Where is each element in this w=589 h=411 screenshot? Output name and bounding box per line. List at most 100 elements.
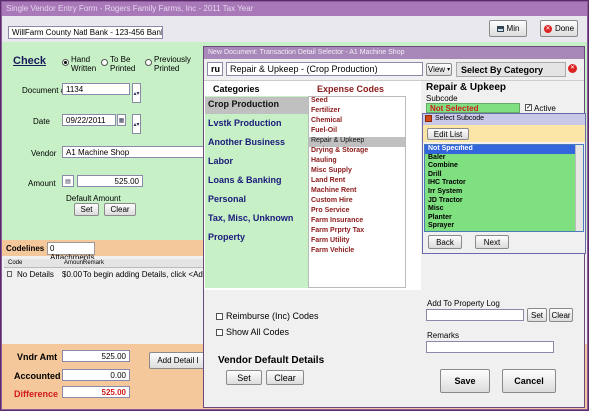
expense-code-item[interactable]: Seed — [309, 97, 405, 107]
show-all-codes-label: Show All Codes — [226, 327, 290, 337]
expense-code-item[interactable]: Chemical — [309, 117, 405, 127]
chevron-down-icon: ▾ — [447, 67, 451, 73]
amount-input[interactable]: 525.00 — [77, 175, 143, 187]
subcode-item[interactable]: JD Tractor — [425, 197, 583, 206]
subcode-item[interactable]: Planter — [425, 214, 583, 223]
expense-code-item[interactable]: Drying & Storage — [309, 147, 405, 157]
min-button[interactable]: Min — [489, 20, 527, 37]
subcode-scrollbar[interactable] — [575, 145, 583, 231]
reimburse-checkbox[interactable] — [216, 313, 223, 320]
dialog-close-icon[interactable]: ✕ — [568, 64, 577, 73]
expense-code-item[interactable]: Pro Service — [309, 207, 405, 217]
edit-list-button[interactable]: Edit List — [427, 128, 469, 140]
radio-previously-printed[interactable] — [145, 59, 152, 66]
show-all-codes-checkbox[interactable] — [216, 329, 223, 336]
category-item[interactable]: Labor — [205, 153, 308, 172]
bank-field[interactable]: WillFarm County Natl Bank - 123-456 Bank — [8, 26, 163, 39]
tab-codelines[interactable]: Codelines — [6, 244, 44, 253]
accounted-label: Accounted — [14, 371, 61, 381]
dialog-title: New Document: Transaction Detail Selecto… — [208, 49, 405, 56]
outer-title: Single Vendor Entry Form - Rogers Family… — [6, 4, 254, 13]
calculator-icon: ▤ — [65, 178, 71, 185]
expense-code-item[interactable]: Hauling — [309, 157, 405, 167]
detail-heading: Repair & Upkeep — [426, 82, 507, 93]
date-stepper[interactable]: ▴▾ — [132, 114, 141, 134]
tab-attachments[interactable]: 0 Attachments — [47, 242, 95, 262]
expense-code-item[interactable]: Farm Utility — [309, 237, 405, 247]
remarks-input[interactable] — [426, 341, 554, 353]
expense-code-item[interactable]: Fertilizer — [309, 107, 405, 117]
vendor-default-heading: Vendor Default Details — [218, 355, 325, 366]
radio-hand-written[interactable] — [62, 59, 69, 66]
select-by-category[interactable]: Select By Category — [456, 62, 566, 77]
col-amount: Amount — [64, 260, 85, 266]
subcode-item[interactable]: Sprayer — [425, 222, 583, 231]
subcode-item[interactable]: Baler — [425, 154, 583, 163]
vendor-default-set-button[interactable]: Set — [226, 370, 262, 385]
category-item[interactable]: Loans & Banking — [205, 172, 308, 191]
expense-code-item[interactable]: Machine Rent — [309, 187, 405, 197]
vendor-default-clear-button[interactable]: Clear — [266, 370, 304, 385]
add-property-label: Add To Property Log — [427, 299, 500, 308]
difference-label: Difference — [14, 389, 59, 399]
radio-to-be-printed[interactable] — [101, 59, 108, 66]
radio-previously-printed-label: Previously Printed — [154, 55, 191, 73]
add-property-input[interactable] — [426, 309, 524, 321]
expense-code-item[interactable]: Farm Vehicle — [309, 247, 405, 257]
expense-code-item[interactable]: Land Rent — [309, 177, 405, 187]
expense-code-item[interactable]: Custom Hire — [309, 197, 405, 207]
document-input[interactable]: 1134 — [62, 83, 130, 95]
category-item[interactable]: Tax, Misc, Unknown — [205, 210, 308, 229]
calculator-button[interactable]: ▤ — [62, 175, 74, 187]
date-input[interactable]: 09/22/2011 — [62, 114, 116, 126]
remarks-label: Remarks — [427, 331, 460, 340]
back-button[interactable]: Back — [428, 235, 462, 249]
close-icon: ✕ — [543, 24, 552, 33]
done-button[interactable]: ✕ Done — [540, 20, 578, 37]
subcode-item[interactable]: Irr System — [425, 188, 583, 197]
row-remark: To begin adding Details, click <Add De — [83, 270, 209, 279]
subcode-item[interactable]: Combine — [425, 162, 583, 171]
default-amount-set-button[interactable]: Set — [74, 203, 99, 216]
check-heading: Check — [13, 55, 47, 67]
default-amount-clear-button[interactable]: Clear — [104, 203, 136, 216]
vndr-amt-value: 525.00 — [62, 350, 130, 362]
expense-code-item-selected[interactable]: Repair & Upkeep — [309, 137, 405, 147]
default-amount-label: Default Amount — [66, 194, 121, 203]
next-button[interactable]: Next — [475, 235, 509, 249]
add-property-clear-button[interactable]: Clear — [549, 308, 573, 322]
subcode-item[interactable]: IHC Tractor — [425, 179, 583, 188]
add-property-set-button[interactable]: Set — [527, 308, 547, 322]
expense-code-item[interactable]: Farm Prprty Tax — [309, 227, 405, 237]
category-item[interactable]: Another Business — [205, 134, 308, 153]
subcode-item[interactable]: Misc — [425, 205, 583, 214]
selected-code-display: Repair & Upkeep - (Crop Production) — [226, 62, 423, 76]
date-picker-button[interactable]: ▦ — [117, 114, 126, 126]
subcode-value[interactable]: Not Selected — [426, 103, 520, 113]
subcode-item[interactable]: Drill — [425, 171, 583, 180]
category-item[interactable]: Lvstk Production — [205, 115, 308, 134]
expense-code-item[interactable]: Fuel-Oil — [309, 127, 405, 137]
add-property-clear-label: Clear — [551, 310, 571, 320]
category-item[interactable]: Crop Production — [205, 97, 308, 114]
cancel-button[interactable]: Cancel — [502, 369, 556, 393]
subcode-item-selected[interactable]: Not Specified — [425, 145, 583, 154]
view-button[interactable]: View ▾ — [426, 63, 452, 76]
date-label: Date — [33, 117, 50, 126]
document-stepper[interactable]: ▴▾ — [132, 83, 141, 103]
add-detail-button[interactable]: Add Detail I — [149, 352, 207, 369]
minimize-icon — [496, 25, 504, 32]
save-button[interactable]: Save — [440, 369, 490, 393]
active-checkbox[interactable]: ✓ — [525, 104, 532, 111]
category-item[interactable]: Property — [205, 229, 308, 248]
code-search-input[interactable]: ru — [207, 62, 223, 76]
vendor-input[interactable]: A1 Machine Shop — [62, 146, 207, 158]
category-item[interactable]: Personal — [205, 191, 308, 210]
table-row[interactable]: No Details $0.00 To begin adding Details… — [4, 269, 209, 280]
expense-code-item[interactable]: Misc Supply — [309, 167, 405, 177]
expense-code-item[interactable]: Farm Insurance — [309, 217, 405, 227]
categories-items: Crop Production Lvstk Production Another… — [205, 97, 308, 248]
row-amount: $0.00 — [62, 270, 83, 279]
reimburse-label: Reimburse (Inc) Codes — [226, 311, 319, 321]
row-expand-icon — [7, 271, 12, 277]
